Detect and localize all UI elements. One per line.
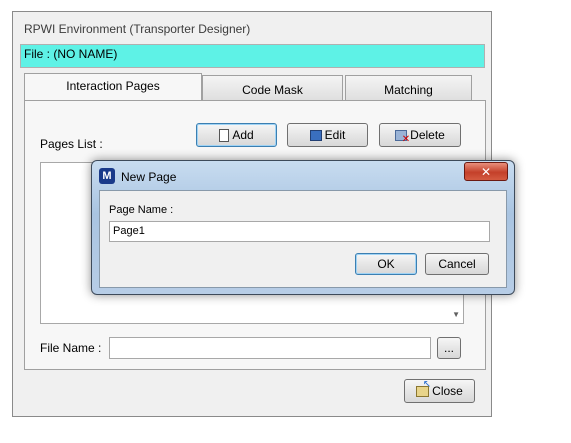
app-logo-icon: M	[99, 168, 115, 184]
close-button-label: Close	[432, 384, 463, 398]
page-name-label: Page Name :	[109, 204, 174, 216]
delete-button[interactable]: Delete	[379, 123, 461, 147]
tab-label: Matching	[384, 83, 433, 97]
delete-icon	[395, 129, 410, 145]
file-status-bar: File : (NO NAME)	[20, 44, 485, 68]
window-title: RPWI Environment (Transporter Designer)	[24, 22, 251, 36]
tab-label: Interaction Pages	[66, 79, 160, 93]
dialog-close-button[interactable]: ✕	[464, 162, 508, 181]
file-name-label: File Name :	[40, 341, 102, 355]
tab-interaction-pages[interactable]: Interaction Pages	[24, 73, 202, 103]
dialog-title: New Page	[121, 170, 177, 184]
add-button-label: Add	[232, 128, 254, 142]
close-folder-icon	[416, 379, 431, 397]
browse-button-label: ...	[443, 341, 454, 355]
edit-button-label: Edit	[324, 128, 346, 142]
delete-button-label: Delete	[410, 128, 445, 142]
ok-button-label: OK	[377, 257, 395, 271]
edit-icon	[309, 129, 322, 141]
cancel-button-label: Cancel	[438, 257, 476, 271]
file-status-text: File : (NO NAME)	[24, 47, 118, 61]
tab-code-mask[interactable]: Code Mask	[202, 75, 343, 101]
cancel-button[interactable]: Cancel	[425, 253, 489, 275]
tab-label: Code Mask	[242, 83, 303, 97]
pages-list-label: Pages List :	[40, 137, 103, 151]
scroll-down-arrow-icon[interactable]: ▼	[452, 310, 460, 319]
file-name-input[interactable]	[109, 337, 431, 359]
browse-button[interactable]: ...	[437, 337, 461, 359]
edit-button[interactable]: Edit	[287, 123, 368, 147]
add-button[interactable]: Add	[196, 123, 277, 147]
ok-button[interactable]: OK	[355, 253, 417, 275]
close-icon: ✕	[480, 164, 492, 179]
new-page-dialog: M New Page ✕ Page Name : Page1 OK Cancel	[91, 160, 515, 295]
dialog-body: Page Name : Page1 OK Cancel	[99, 190, 507, 288]
tab-matching[interactable]: Matching	[345, 75, 472, 101]
page-name-input[interactable]: Page1	[109, 221, 490, 242]
close-button[interactable]: Close	[404, 379, 475, 403]
new-document-icon	[219, 128, 230, 142]
